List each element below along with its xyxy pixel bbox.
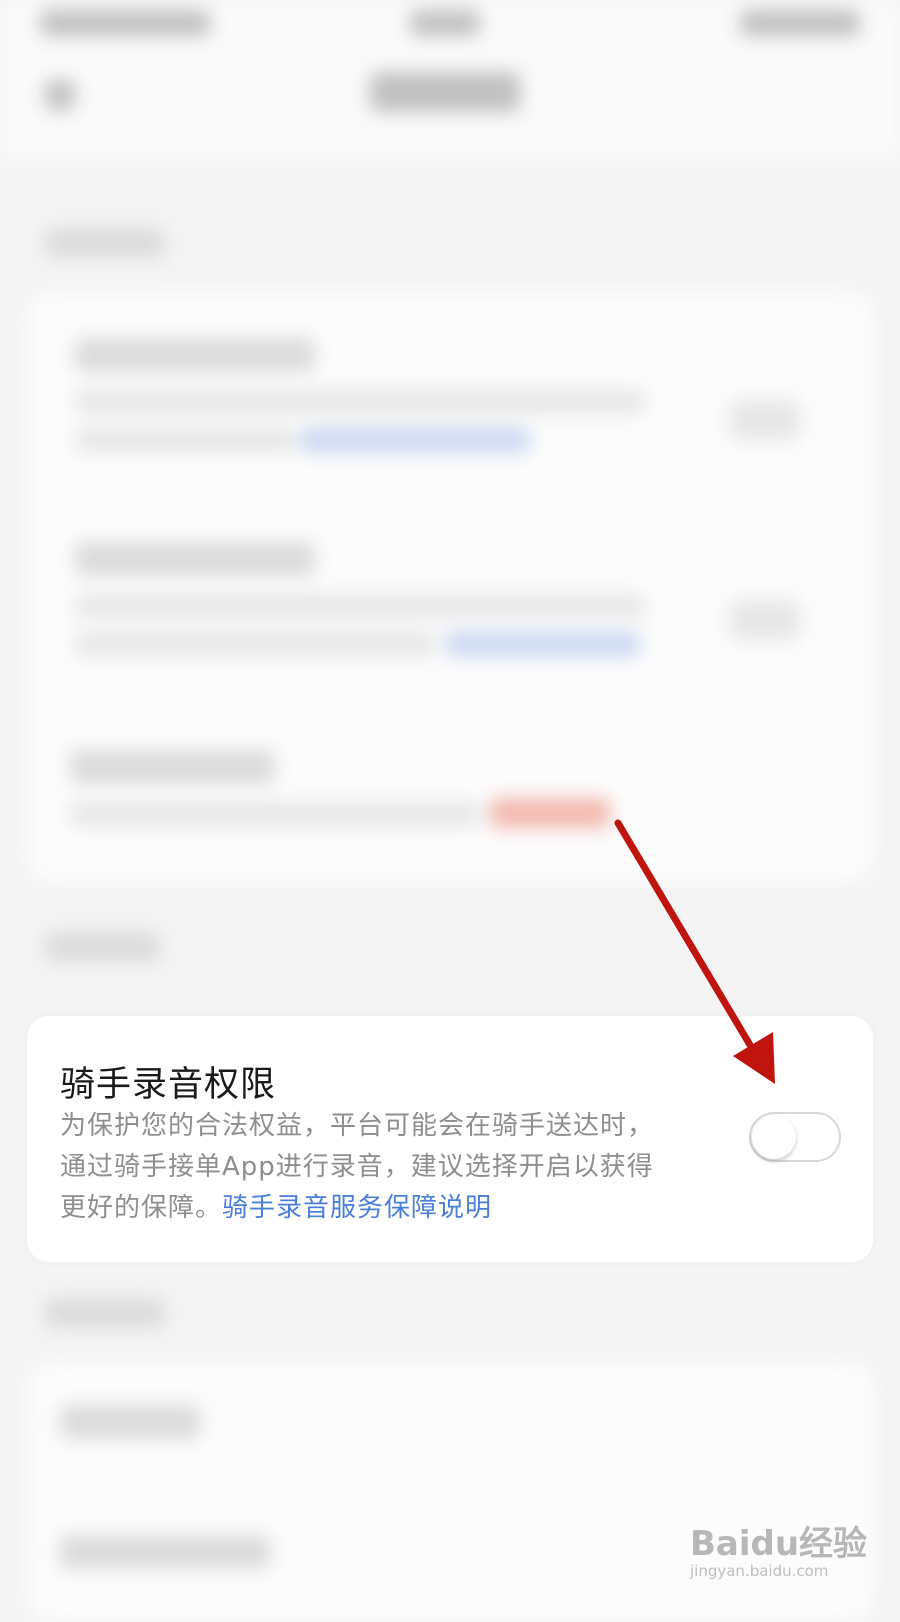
blurred-row-link [445,632,640,656]
blurred-row-text [75,632,435,656]
blurred-row-text [75,428,295,452]
blurred-row-title [75,338,315,372]
blurred-row-title [60,1535,270,1569]
blurred-row-title [75,542,315,576]
rider-recording-title: 骑手录音权限 [60,1065,277,1105]
blurred-row-link [300,428,530,452]
blurred-back-icon [45,80,75,110]
recording-service-link[interactable]: 骑手录音服务保障说明 [222,1193,492,1223]
watermark-text: Baidu经验 [690,1524,868,1564]
blurred-row-text [75,594,645,618]
blurred-background [0,0,900,1622]
blurred-section-label [45,932,160,962]
blurred-toggle [730,600,800,640]
rider-recording-card: 骑手录音权限 为保护您的合法权益，平台可能会在骑手送达时，通过骑手接单App进行… [27,1016,873,1262]
blurred-row-text [75,390,645,414]
rider-recording-description: 为保护您的合法权益，平台可能会在骑手送达时，通过骑手接单App进行录音，建议选择… [60,1106,660,1229]
toggle-knob [752,1115,796,1159]
recording-permission-toggle[interactable] [749,1112,841,1162]
blurred-row-title [60,1405,200,1439]
blurred-status-right [740,10,860,36]
blurred-row-text [70,802,480,826]
blurred-section-label [45,1298,165,1328]
blurred-row-title [70,750,275,784]
blurred-toggle [730,400,800,440]
baidu-watermark: Baidu经验 jingyan.baidu.com [690,1500,890,1590]
blurred-row-badge [490,798,610,828]
blurred-status-center [410,10,480,36]
blurred-status-left [40,10,210,36]
watermark-url: jingyan.baidu.com [690,1562,829,1580]
blurred-page-title [370,72,520,112]
blurred-section-label [45,228,165,258]
blurred-card [28,292,874,882]
